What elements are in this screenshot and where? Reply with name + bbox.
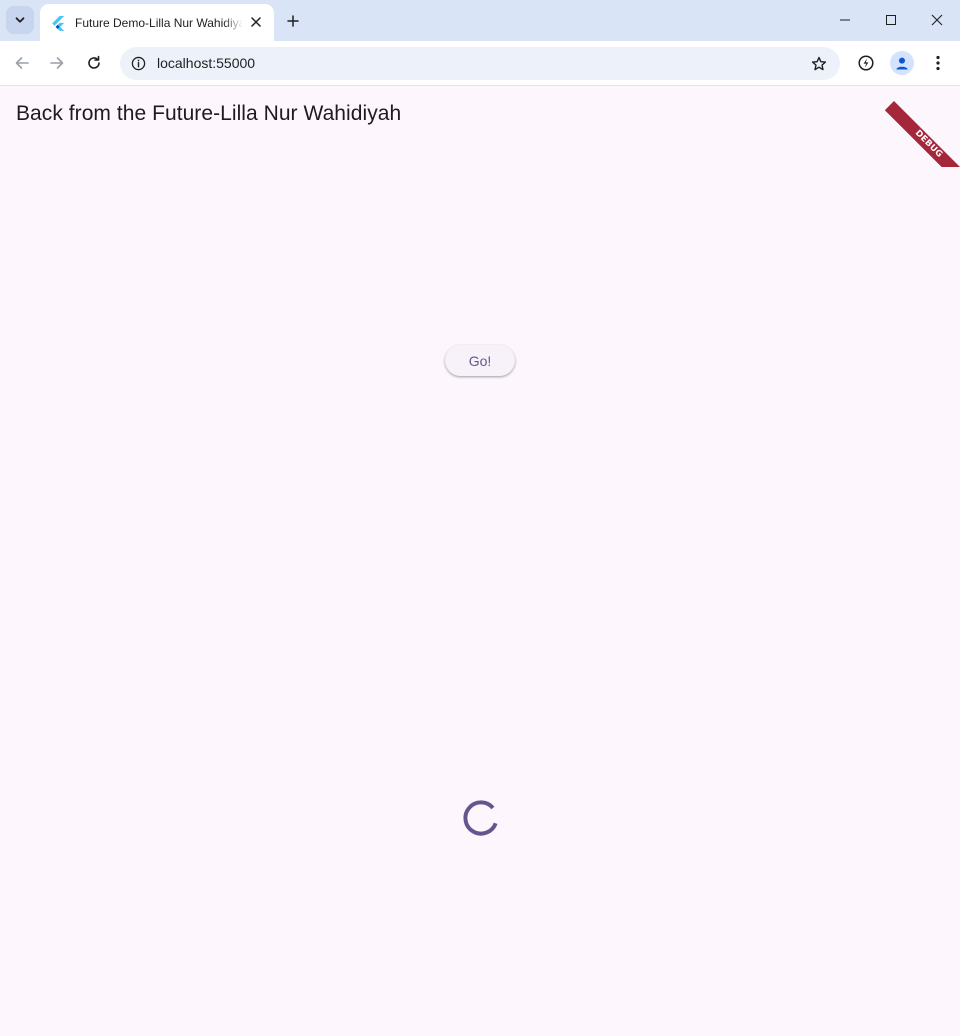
minimize-icon <box>840 19 850 21</box>
bookmark-button[interactable] <box>809 54 828 73</box>
chevron-down-icon <box>15 17 25 23</box>
arrow-right-icon <box>50 57 64 69</box>
reload-button[interactable] <box>80 49 108 77</box>
new-tab-button[interactable] <box>281 9 305 33</box>
minimize-button[interactable] <box>822 0 868 40</box>
browser-tab[interactable]: Future Demo-Lilla Nur Wahidiyah <box>40 4 274 41</box>
forward-button[interactable] <box>43 49 71 77</box>
person-icon <box>896 57 908 70</box>
close-icon <box>251 17 261 27</box>
arrow-left-icon <box>15 57 29 69</box>
maximize-icon <box>886 15 896 25</box>
back-button[interactable] <box>8 49 36 77</box>
star-icon <box>811 56 826 70</box>
window-close-button[interactable] <box>914 0 960 40</box>
site-info-button[interactable] <box>129 54 148 73</box>
tab-search-button[interactable] <box>6 6 34 34</box>
app-viewport: Back from the Future-Lilla Nur Wahidiyah… <box>0 87 960 1036</box>
plus-icon <box>287 15 299 27</box>
close-icon <box>931 14 943 26</box>
circular-progress-icon <box>463 800 498 836</box>
browser-tab-strip: Future Demo-Lilla Nur Wahidiyah <box>0 0 960 41</box>
browser-toolbar: localhost:55000 <box>0 41 960 86</box>
browser-menu-button[interactable] <box>924 49 952 77</box>
profile-button[interactable] <box>890 51 914 75</box>
reload-icon <box>88 55 100 69</box>
performance-button[interactable] <box>852 49 880 77</box>
tab-close-button[interactable] <box>247 13 265 31</box>
debug-banner: DEBUG <box>880 87 960 167</box>
info-icon <box>131 56 146 71</box>
app-bar-title: Back from the Future-Lilla Nur Wahidiyah <box>16 102 402 125</box>
tab-title: Future Demo-Lilla Nur Wahidiyah <box>75 15 243 30</box>
address-bar[interactable]: localhost:55000 <box>120 47 840 80</box>
kebab-menu-icon <box>936 55 940 71</box>
address-url: localhost:55000 <box>157 55 256 71</box>
maximize-button[interactable] <box>868 0 914 40</box>
go-button[interactable]: Go! <box>445 345 515 376</box>
debug-banner-label: DEBUG <box>884 101 960 167</box>
flutter-logo-icon <box>52 15 65 31</box>
performance-icon <box>858 55 874 71</box>
